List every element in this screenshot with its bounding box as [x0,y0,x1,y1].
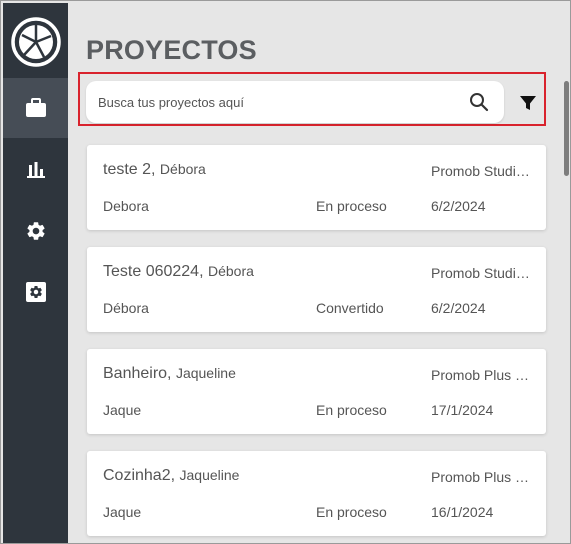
project-status: En proceso [316,402,387,418]
filter-button[interactable] [517,92,539,114]
sidebar-item-reports[interactable] [3,140,68,200]
main-content: PROYECTOS teste 2, Débora Promob Studi… … [68,3,570,543]
scrollbar[interactable] [564,81,569,543]
project-user: Debora [103,198,149,214]
project-user: Jaque [103,402,142,418]
sidebar-item-projects[interactable] [3,78,68,138]
briefcase-icon [25,98,46,117]
search-box [86,81,504,123]
project-name: teste 2, Débora [103,161,206,178]
settings-box-icon [25,282,46,302]
sidebar-item-admin-settings[interactable] [3,262,68,322]
project-user: Jaque [103,504,142,520]
project-date: 16/1/2024 [431,504,494,520]
app-logo[interactable] [11,17,61,67]
sidebar-item-settings[interactable] [3,201,68,261]
project-product: Promob Studi… [431,265,530,281]
project-product: Promob Plus … [431,367,530,383]
gear-icon [26,222,45,240]
app-window: PROYECTOS teste 2, Débora Promob Studi… … [0,0,571,544]
project-status: En proceso [316,198,387,214]
page-title: PROYECTOS [86,35,257,65]
project-name: Teste 060224, Débora [103,263,254,280]
bar-chart-icon [26,162,45,178]
project-card[interactable]: Teste 060224, Débora Promob Studi… Débor… [87,247,546,332]
project-name: Banheiro, Jaqueline [103,365,236,382]
project-client: Débora [207,263,254,279]
project-name: Cozinha2, Jaqueline [103,467,240,484]
project-status: Convertido [316,300,384,316]
project-user: Débora [103,300,149,316]
project-client: Jaqueline [179,467,240,483]
sidebar [3,3,68,543]
filter-icon [520,96,536,110]
scrollbar-thumb[interactable] [564,81,569,176]
search-icon [470,93,489,112]
project-date: 6/2/2024 [431,198,486,214]
logo-icon [11,17,61,67]
project-client: Débora [159,161,206,177]
project-card[interactable]: Cozinha2, Jaqueline Promob Plus … Jaque … [87,451,546,536]
project-client: Jaqueline [175,365,236,381]
project-card[interactable]: Banheiro, Jaqueline Promob Plus … Jaque … [87,349,546,434]
project-product: Promob Plus … [431,469,530,485]
project-status: En proceso [316,504,387,520]
project-card[interactable]: teste 2, Débora Promob Studi… Debora En … [87,145,546,230]
project-date: 17/1/2024 [431,402,494,418]
search-button[interactable] [468,91,490,113]
search-input[interactable] [98,81,458,123]
project-date: 6/2/2024 [431,300,486,316]
project-product: Promob Studi… [431,163,530,179]
